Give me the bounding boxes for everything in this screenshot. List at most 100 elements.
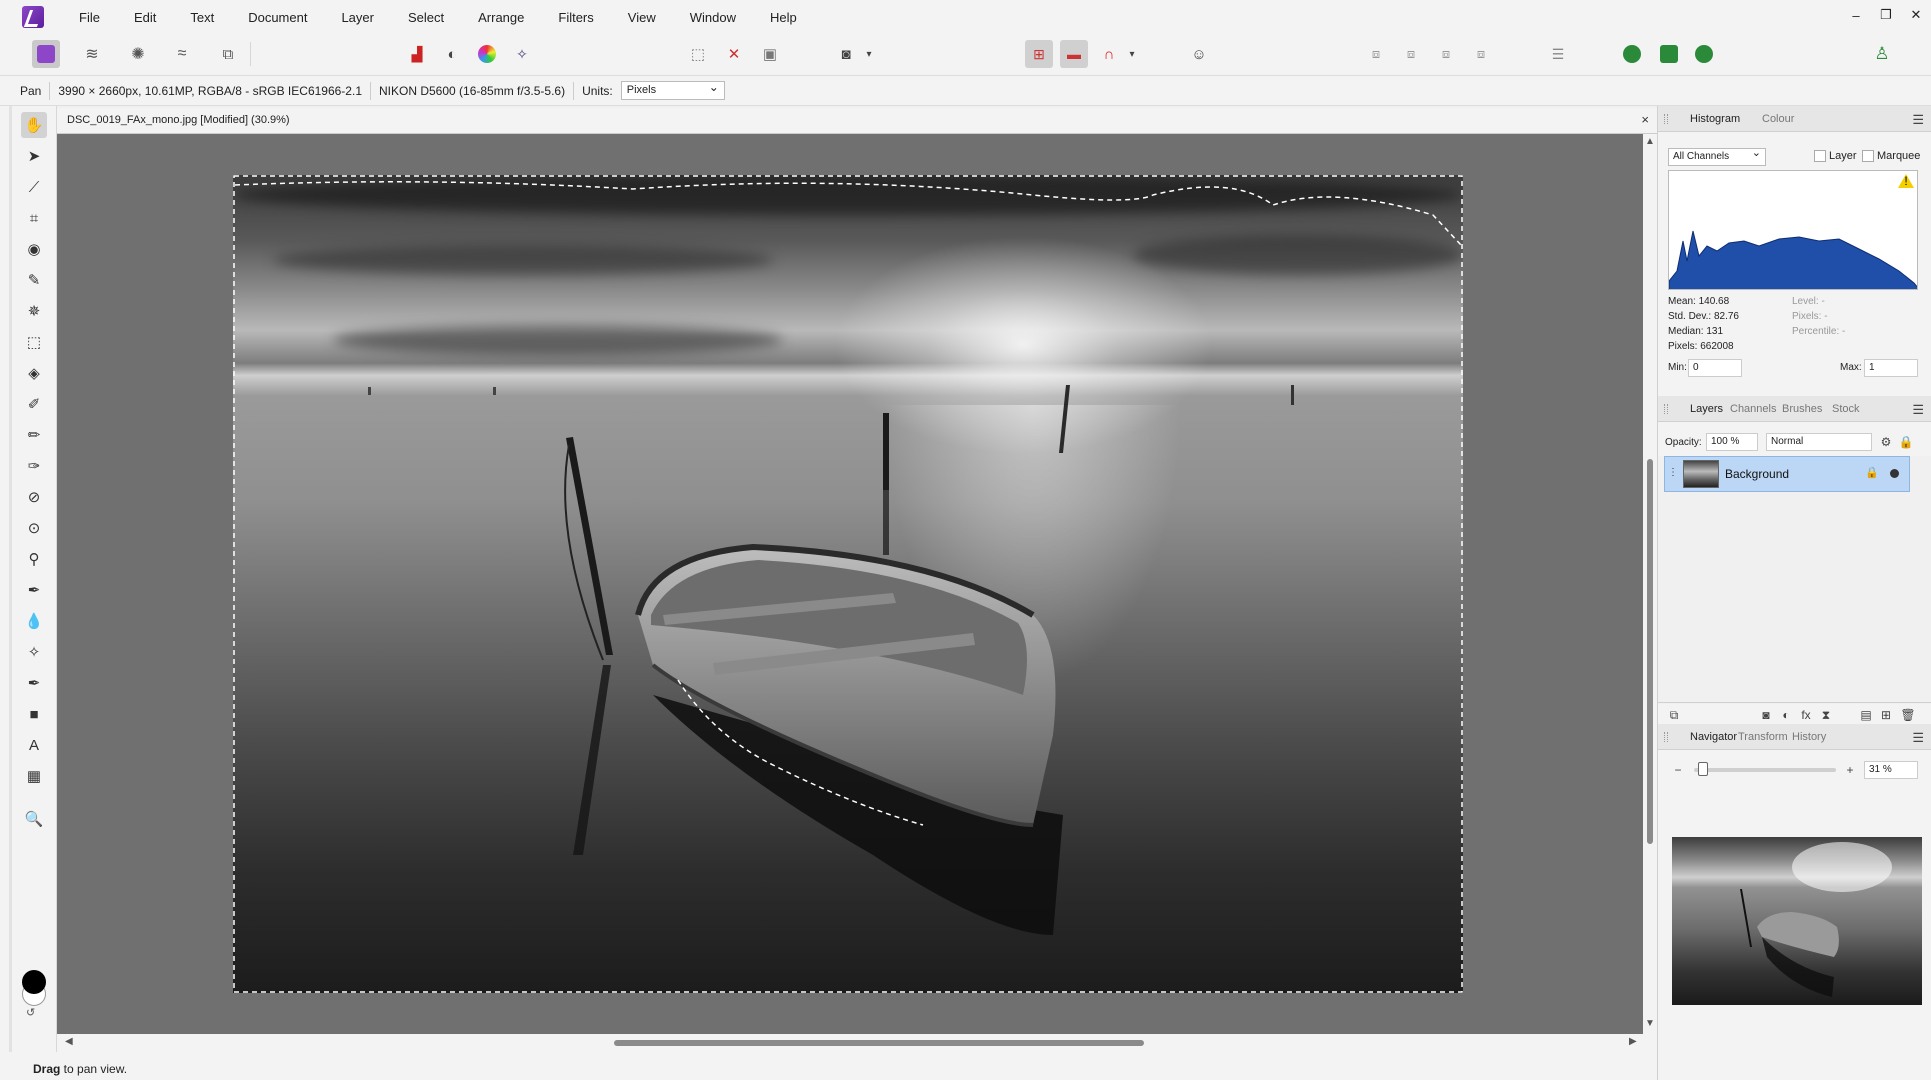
subtract-boolean-icon[interactable]: [1655, 40, 1683, 68]
menu-view[interactable]: View: [611, 10, 673, 25]
paint-brush-tool-icon[interactable]: ✐: [21, 391, 47, 417]
live-filter-icon[interactable]: ⧗: [1818, 707, 1834, 723]
menu-window[interactable]: Window: [673, 10, 753, 25]
menu-text[interactable]: Text: [173, 10, 231, 25]
panel-grip-icon[interactable]: [1664, 114, 1668, 124]
auto-colour-icon[interactable]: [473, 40, 501, 68]
tab-stock[interactable]: Stock: [1832, 403, 1860, 415]
arrange-front-icon[interactable]: ⧈: [1467, 40, 1495, 68]
canvas-area[interactable]: [57, 134, 1643, 1034]
vertical-scrollbar[interactable]: ▲ ▼: [1643, 134, 1657, 1034]
close-document-icon[interactable]: ×: [1641, 112, 1649, 127]
scroll-right-icon[interactable]: ▶: [1629, 1036, 1637, 1047]
mask-mode-icon[interactable]: ◙: [832, 40, 860, 68]
photo-image[interactable]: [233, 175, 1463, 993]
tone-mapping-persona-icon[interactable]: ≈: [168, 40, 196, 68]
panel-menu-icon[interactable]: ☰: [1912, 112, 1924, 128]
menu-layer[interactable]: Layer: [324, 10, 391, 25]
panel-menu-icon[interactable]: ☰: [1912, 730, 1924, 746]
zoom-slider-knob[interactable]: [1698, 762, 1708, 776]
tab-channels[interactable]: Channels: [1730, 403, 1776, 415]
group-layers-icon[interactable]: ▤: [1858, 707, 1874, 723]
arrange-back-icon[interactable]: ⧈: [1362, 40, 1390, 68]
artistic-text-tool-icon[interactable]: A: [21, 732, 47, 758]
min-input[interactable]: 0: [1688, 359, 1742, 377]
scroll-down-icon[interactable]: ▼: [1645, 1018, 1655, 1029]
menu-edit[interactable]: Edit: [117, 10, 173, 25]
alignment-icon[interactable]: ☰: [1544, 40, 1572, 68]
account-icon[interactable]: ♙: [1868, 40, 1896, 68]
layers-list[interactable]: [1658, 456, 1931, 704]
blend-options-gear-icon[interactable]: ⚙: [1878, 434, 1894, 450]
crop-tool-icon[interactable]: ⌗: [21, 205, 47, 231]
navigator-preview[interactable]: [1672, 837, 1922, 1005]
horizontal-scrollbar[interactable]: ◀ ▶: [57, 1034, 1657, 1052]
histogram-channel-dropdown[interactable]: All Channels: [1668, 145, 1766, 166]
scroll-left-icon[interactable]: ◀: [65, 1036, 73, 1047]
snapping-grid-icon[interactable]: ⊞: [1025, 40, 1053, 68]
menu-document[interactable]: Document: [231, 10, 324, 25]
tab-navigator[interactable]: Navigator: [1690, 731, 1737, 743]
marquee-checkbox[interactable]: [1862, 150, 1874, 162]
blur-brush-tool-icon[interactable]: 💧: [21, 608, 47, 634]
mask-layer-icon[interactable]: ◙: [1758, 707, 1774, 723]
tab-layers[interactable]: Layers: [1690, 403, 1723, 415]
auto-contrast-icon[interactable]: ◐: [438, 40, 466, 68]
smudge-tool-icon[interactable]: ⚲: [21, 546, 47, 572]
fx-icon[interactable]: fx: [1798, 707, 1814, 723]
deselect-icon[interactable]: ✕: [720, 40, 748, 68]
arrange-backward-icon[interactable]: ⧈: [1397, 40, 1425, 68]
menu-filters[interactable]: Filters: [541, 10, 610, 25]
document-title[interactable]: DSC_0019_FAx_mono.jpg [Modified] (30.9%): [67, 114, 290, 126]
menu-help[interactable]: Help: [753, 10, 814, 25]
zoom-slider[interactable]: [1694, 768, 1836, 772]
mask-mode-dropdown-icon[interactable]: ▾: [862, 40, 876, 68]
photo-persona-icon[interactable]: [32, 40, 60, 68]
layer-expand-icon[interactable]: ⋮: [1668, 467, 1678, 478]
zoom-input[interactable]: 31 %: [1864, 761, 1918, 779]
opacity-input[interactable]: 100 %: [1706, 433, 1758, 451]
add-boolean-icon[interactable]: [1618, 40, 1646, 68]
auto-white-balance-icon[interactable]: ✧: [508, 40, 536, 68]
menu-select[interactable]: Select: [391, 10, 461, 25]
levels-icon[interactable]: ▟: [403, 40, 431, 68]
menu-arrange[interactable]: Arrange: [461, 10, 541, 25]
perspective-tool-icon[interactable]: ▦: [21, 763, 47, 789]
flood-fill-tool-icon[interactable]: ◈: [21, 360, 47, 386]
selection-brush-tool-icon[interactable]: ✎: [21, 267, 47, 293]
zoom-tool-icon[interactable]: 🔍: [21, 806, 47, 832]
layer-row-background[interactable]: ⋮ Background 🔒: [1664, 456, 1910, 492]
red-eye-tool-icon[interactable]: ◉: [21, 236, 47, 262]
panel-menu-icon[interactable]: ☰: [1912, 402, 1924, 418]
colour-picker-tool-icon[interactable]: ⟋: [21, 174, 47, 200]
tab-history[interactable]: History: [1792, 731, 1826, 743]
liquify-persona-icon[interactable]: ≋: [78, 40, 106, 68]
erase-brush-tool-icon[interactable]: ✑: [21, 453, 47, 479]
arrange-forward-icon[interactable]: ⧈: [1432, 40, 1460, 68]
zoom-out-icon[interactable]: −: [1670, 762, 1686, 778]
vertical-scroll-thumb[interactable]: [1647, 459, 1653, 844]
clone-brush-tool-icon[interactable]: ⊙: [21, 515, 47, 541]
max-input[interactable]: 1: [1864, 359, 1918, 377]
layer-visibility-icon[interactable]: [1890, 469, 1899, 478]
flood-select-tool-icon[interactable]: ✵: [21, 298, 47, 324]
tab-transform[interactable]: Transform: [1738, 731, 1788, 743]
units-dropdown[interactable]: Pixels: [620, 79, 725, 100]
assistant-icon[interactable]: ☺: [1185, 40, 1213, 68]
lock-icon[interactable]: 🔒: [1898, 434, 1914, 450]
zoom-in-icon[interactable]: +: [1842, 762, 1858, 778]
minimize-button[interactable]: ‒: [1841, 0, 1871, 30]
tab-brushes[interactable]: Brushes: [1782, 403, 1822, 415]
view-tool-icon[interactable]: ✋: [21, 112, 47, 138]
intersect-boolean-icon[interactable]: [1690, 40, 1718, 68]
snapping-magnet-icon[interactable]: ∩: [1095, 40, 1123, 68]
swap-colours-icon[interactable]: ↺: [26, 1006, 35, 1019]
snapping-dropdown-icon[interactable]: ▾: [1125, 40, 1139, 68]
dodge-tool-icon[interactable]: ⊘: [21, 484, 47, 510]
develop-persona-icon[interactable]: ✺: [124, 40, 152, 68]
marquee-tool-icon[interactable]: ⬚: [21, 329, 47, 355]
layer-options-icon[interactable]: ⧉: [1666, 707, 1682, 723]
layer-checkbox[interactable]: [1814, 150, 1826, 162]
tab-colour[interactable]: Colour: [1762, 113, 1794, 125]
foreground-colour-swatch[interactable]: [22, 970, 46, 994]
